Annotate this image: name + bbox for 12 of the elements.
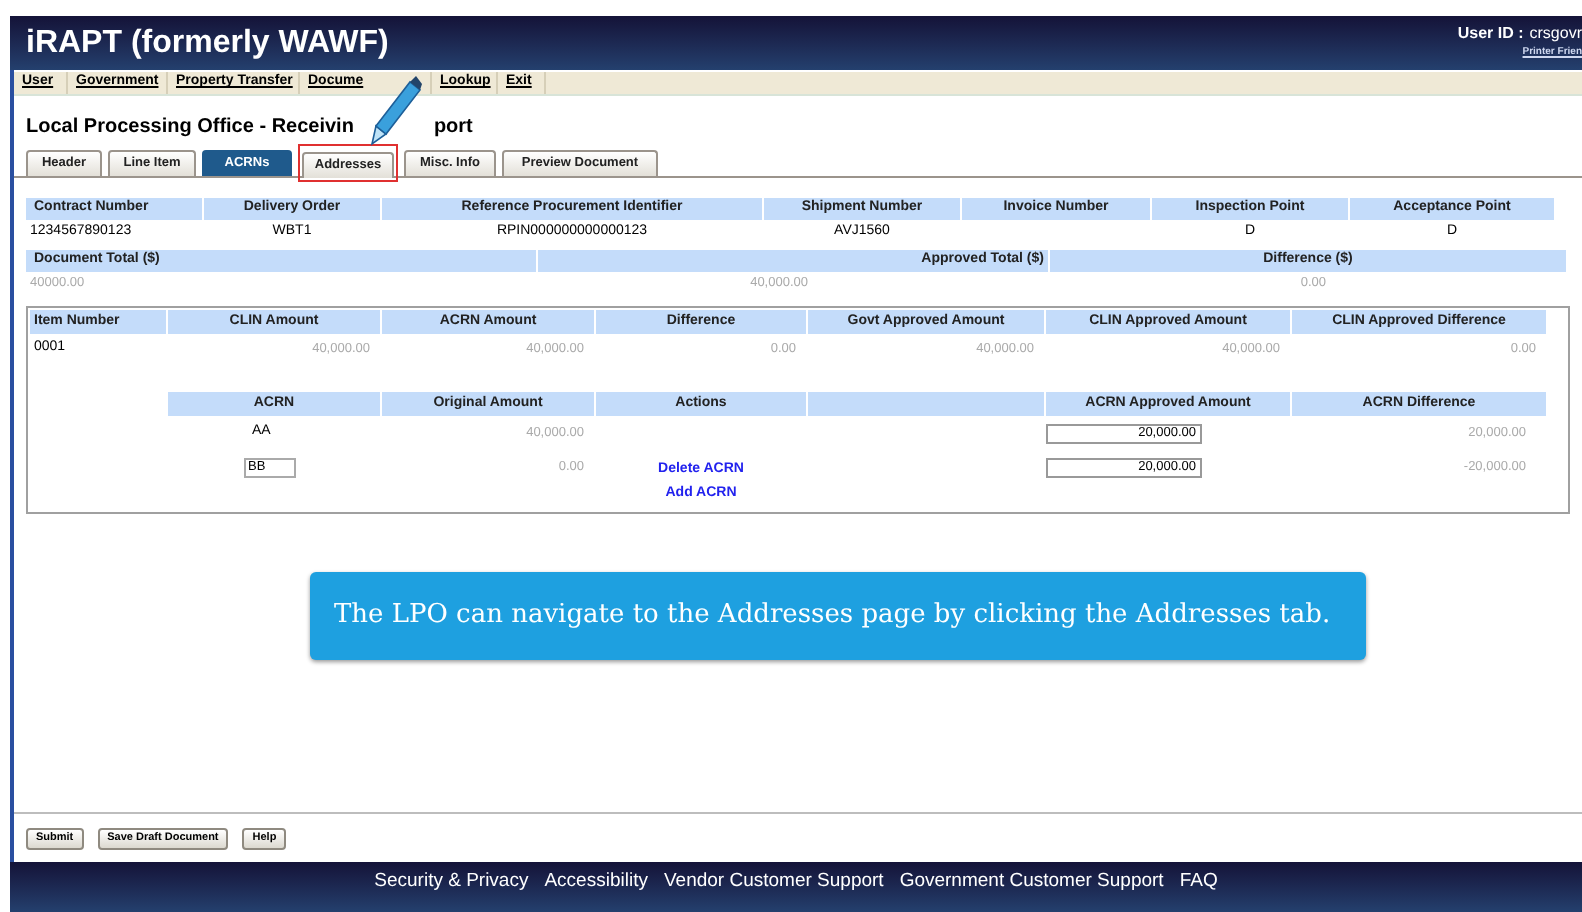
footer-link[interactable]: Vendor Customer Support [663,868,884,898]
callout-text: The LPO can navigate to the Addresses page by clicking the Addresses tab. [334,598,1331,635]
app-title: iRAPT (formerly WAWF) [26,23,389,63]
footer-link[interactable]: Accessibility [544,868,648,898]
user-id: crsgovr [1529,22,1582,46]
footer-link[interactable]: Security & Privacy [374,868,529,898]
page-title: port [433,114,473,142]
user-id-label: User ID : [1457,22,1524,46]
footer-link[interactable]: Government Customer Support [899,868,1164,898]
pencil-icon [370,74,424,146]
footer-link[interactable]: FAQ [1179,868,1218,898]
page-title: Local Processing Office - Receivin [26,114,354,142]
